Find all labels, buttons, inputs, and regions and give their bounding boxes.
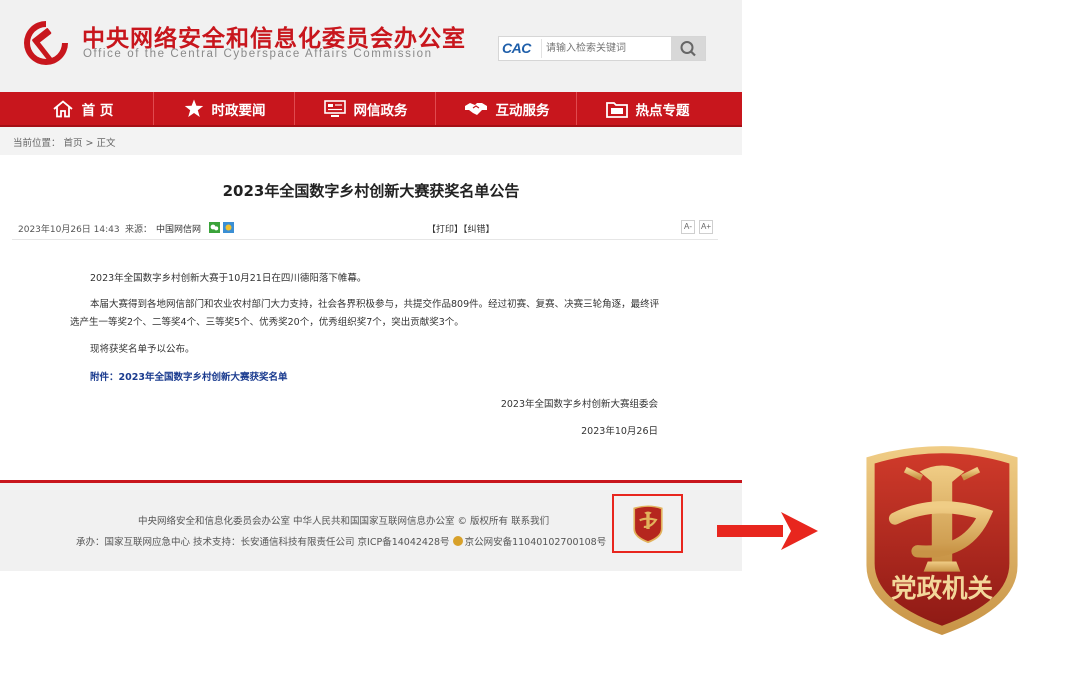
breadcrumb-bar: 当前位置： 首页 > 正文	[0, 127, 742, 155]
main-nav: 首 页 时政要闻 网信政务 互动服务 热点专题	[0, 92, 742, 127]
article-meta: 2023年10月26日 14:43 来源： 中国网信网 【打印】【纠错】 A- …	[12, 216, 718, 240]
attachment-link[interactable]: 附件：2023年全国数字乡村创新大赛获奖名单	[90, 369, 287, 383]
party-gov-badge-highlight[interactable]	[612, 494, 683, 553]
nav-label: 首 页	[81, 102, 114, 119]
nav-home[interactable]: 首 页	[12, 92, 153, 125]
monitor-icon	[323, 99, 346, 117]
paragraph: 选产生一等奖2个、二等奖4个、三等奖5个、优秀奖20个，优秀组织奖7个，突出贡献…	[70, 317, 464, 328]
nav-news[interactable]: 时政要闻	[153, 92, 295, 125]
nav-label: 网信政务	[353, 102, 408, 119]
footer-police-record[interactable]: 京公网安备11040102700108号	[465, 537, 607, 548]
arrow-right-icon	[717, 512, 818, 550]
article-title: 2023年全国数字乡村创新大赛获奖名单公告	[222, 182, 520, 200]
search-icon	[680, 41, 696, 57]
nav-affairs[interactable]: 网信政务	[294, 92, 436, 125]
site-subtitle: Office of the Central Cyberspace Affairs…	[83, 48, 433, 60]
source-name: 中国网信网	[156, 225, 202, 235]
paragraph: 现将获奖名单予以公布。	[90, 344, 195, 355]
cac-logo: CAC	[502, 40, 531, 56]
signature-date: 2023年10月26日	[581, 426, 658, 437]
party-gov-badge-icon	[632, 504, 663, 543]
breadcrumb[interactable]: 当前位置： 首页 > 正文	[13, 135, 116, 149]
publish-date: 2023年10月26日 14:43	[18, 225, 120, 235]
hammer-sickle-icon	[24, 21, 68, 65]
nav-label: 互动服务	[495, 102, 550, 119]
footer-info: 承办：国家互联网应急中心 技术支持：长安通信科技有限责任公司 京ICP备1404…	[76, 534, 606, 548]
party-gov-badge-enlarged: 党政机关	[866, 446, 1018, 635]
nav-label: 热点专题	[635, 102, 690, 119]
folder-icon	[605, 101, 628, 118]
footer-icp[interactable]: 承办：国家互联网应急中心 技术支持：长安通信科技有限责任公司 京ICP备1404…	[76, 537, 453, 548]
paragraph: 2023年全国数字乡村创新大赛于10月21日在四川德阳落下帷幕。	[90, 273, 367, 284]
nav-label: 时政要闻	[211, 102, 266, 119]
nav-interactive[interactable]: 互动服务	[435, 92, 577, 125]
footer-copyright: 中央网络安全和信息化委员会办公室 中华人民共和国国家互联网信息办公室 © 版权所…	[138, 516, 550, 527]
print-correct-links[interactable]: 【打印】【纠错】	[427, 222, 495, 235]
wechat-share-icon[interactable]	[209, 222, 220, 233]
site-header: 中央网络安全和信息化委员会办公室 Office of the Central C…	[0, 0, 742, 92]
nav-topics[interactable]: 热点专题	[576, 92, 718, 125]
signature: 2023年全国数字乡村创新大赛组委会	[500, 399, 658, 410]
source-label: 来源：	[125, 225, 153, 235]
font-larger-button[interactable]: A+	[699, 220, 713, 234]
handshake-icon	[464, 102, 487, 115]
search-box: CAC	[498, 36, 706, 61]
site-footer: 中央网络安全和信息化委员会办公室 中华人民共和国国家互联网信息办公室 © 版权所…	[0, 480, 742, 571]
weibo-share-icon[interactable]	[223, 222, 234, 233]
cac-website: 中央网络安全和信息化委员会办公室 Office of the Central C…	[0, 0, 742, 678]
search-button[interactable]	[671, 37, 705, 60]
police-badge-icon	[452, 536, 463, 546]
search-input[interactable]	[541, 39, 676, 58]
badge-text: 党政机关	[891, 574, 994, 604]
paragraph: 本届大赛得到各地网信部门和农业农村部门大力支持，社会各界积极参与，共提交作品80…	[90, 299, 660, 310]
home-icon	[53, 99, 73, 117]
font-smaller-button[interactable]: A-	[681, 220, 695, 234]
star-icon	[184, 99, 203, 117]
